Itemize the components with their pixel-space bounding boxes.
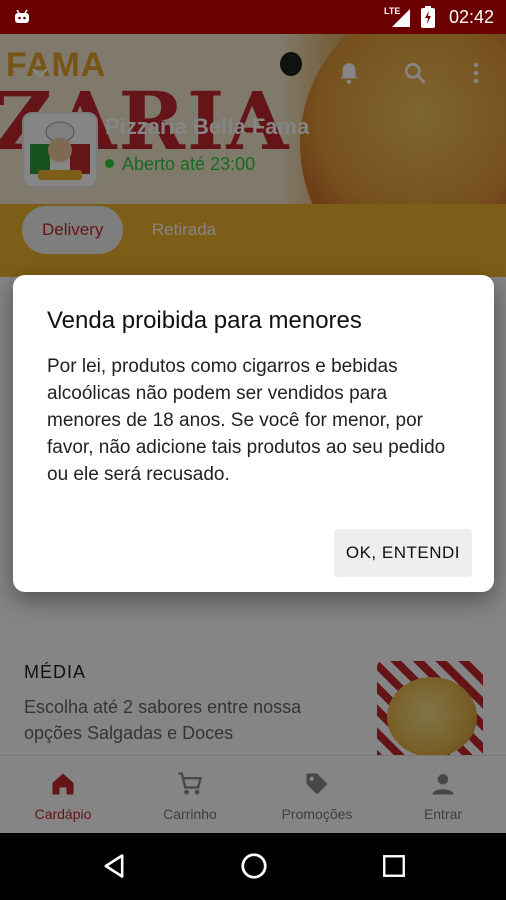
age-restriction-dialog: Venda proibida para menores Por lei, pro… — [13, 275, 494, 592]
battery-icon — [421, 6, 435, 28]
home-circle-icon[interactable] — [239, 851, 269, 881]
back-icon[interactable] — [100, 852, 128, 880]
dialog-title: Venda proibida para menores — [47, 307, 362, 334]
android-notification-icon — [15, 9, 29, 23]
recents-icon[interactable] — [381, 853, 407, 879]
system-navigation-bar — [0, 833, 506, 900]
status-bar: LTE 02:42 — [0, 0, 506, 34]
ok-button[interactable]: OK, ENTENDI — [333, 529, 472, 577]
signal-icon — [392, 9, 410, 27]
status-time: 02:42 — [448, 7, 494, 27]
dialog-message: Por lei, produtos como cigarros e bebida… — [47, 356, 446, 485]
